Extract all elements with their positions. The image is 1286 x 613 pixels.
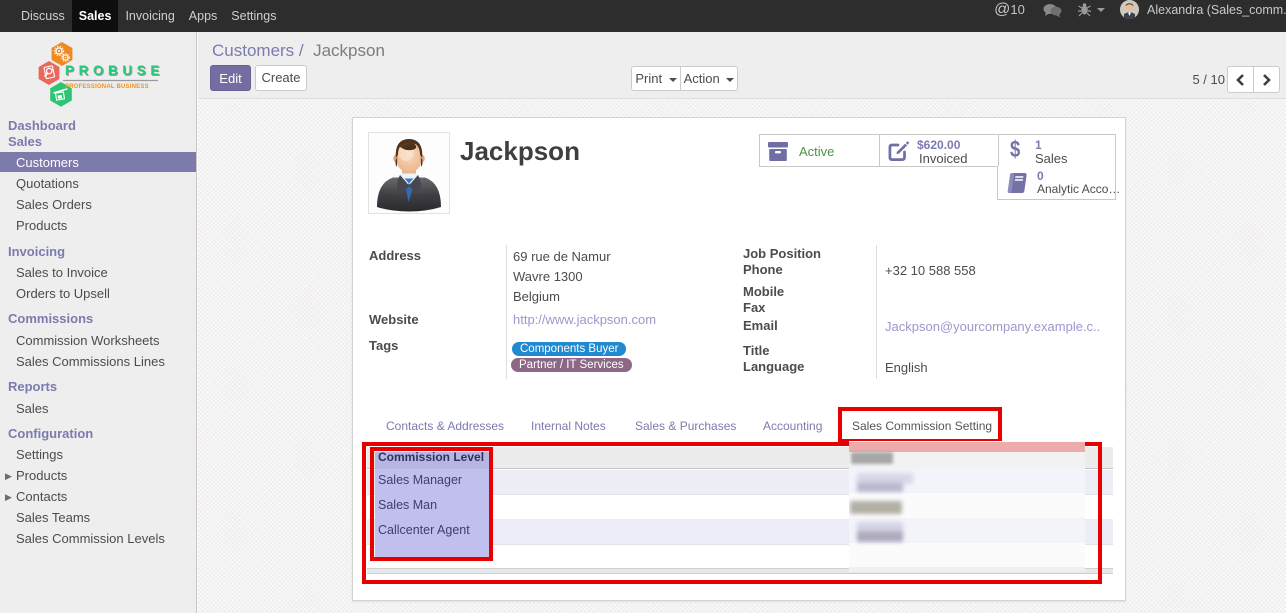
svg-text:PROFESSIONAL BUSINESS: PROFESSIONAL BUSINESS xyxy=(65,84,149,90)
svg-text:PROBUSE: PROBUSE xyxy=(65,63,164,78)
